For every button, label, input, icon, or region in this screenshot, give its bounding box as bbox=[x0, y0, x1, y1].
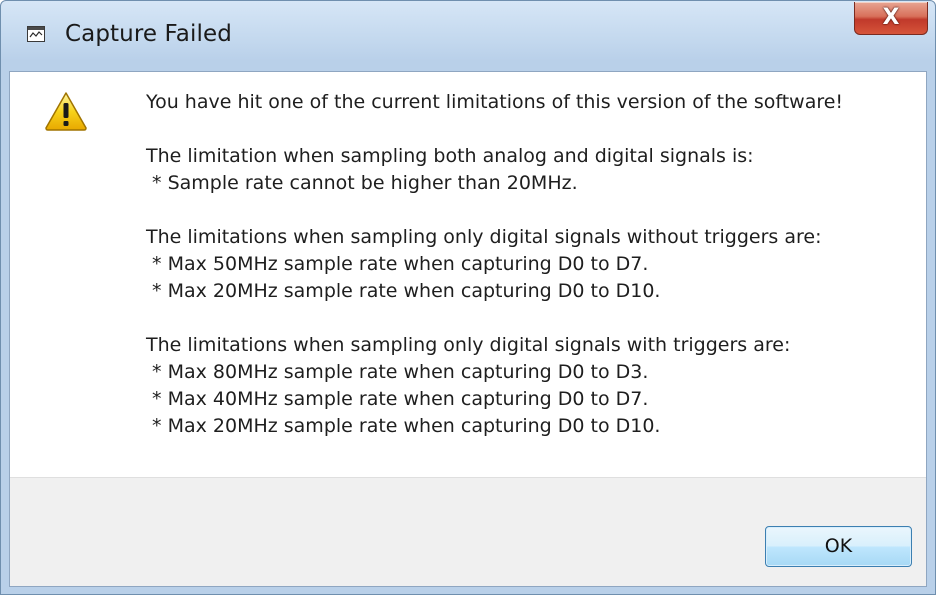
message-line: The limitations when sampling only digit… bbox=[146, 334, 791, 356]
dialog-message: You have hit one of the current limitati… bbox=[146, 89, 922, 440]
message-line: * Max 50MHz sample rate when capturing D… bbox=[146, 253, 649, 275]
message-line: * Sample rate cannot be higher than 20MH… bbox=[146, 172, 578, 194]
message-line: * Max 40MHz sample rate when capturing D… bbox=[146, 388, 649, 410]
application-window-icon bbox=[27, 26, 45, 42]
message-area: You have hit one of the current limitati… bbox=[10, 72, 926, 477]
ok-button[interactable]: OK bbox=[765, 526, 912, 567]
warning-icon bbox=[45, 92, 87, 131]
button-bar: OK bbox=[10, 477, 926, 586]
dialog-window: Capture Failed X You have hit one of the… bbox=[0, 0, 936, 595]
window-title: Capture Failed bbox=[65, 21, 232, 47]
message-line: * Max 80MHz sample rate when capturing D… bbox=[146, 361, 649, 383]
message-line: The limitation when sampling both analog… bbox=[146, 145, 754, 167]
close-button[interactable]: X bbox=[854, 2, 928, 35]
message-line: * Max 20MHz sample rate when capturing D… bbox=[146, 280, 661, 302]
message-line: * Max 20MHz sample rate when capturing D… bbox=[146, 415, 661, 437]
dialog-client-area: You have hit one of the current limitati… bbox=[9, 71, 927, 587]
title-bar[interactable]: Capture Failed X bbox=[1, 1, 935, 71]
message-line: You have hit one of the current limitati… bbox=[146, 91, 844, 113]
message-line: The limitations when sampling only digit… bbox=[146, 226, 822, 248]
close-icon: X bbox=[882, 5, 900, 30]
